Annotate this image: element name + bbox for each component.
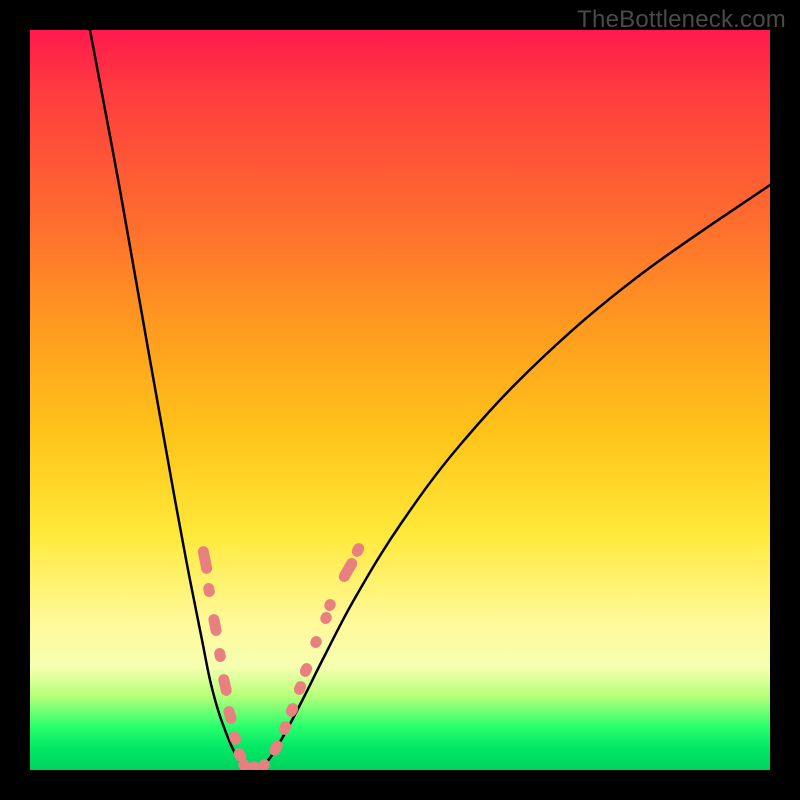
marker-point xyxy=(217,673,233,697)
marker-point xyxy=(267,738,285,757)
marker-point xyxy=(222,705,238,725)
marker-point xyxy=(197,545,213,575)
plot-area xyxy=(30,30,770,770)
marker-point xyxy=(337,556,360,584)
marker-point xyxy=(318,610,334,626)
marker-point xyxy=(308,634,323,650)
marker-point xyxy=(298,661,314,678)
marker-point xyxy=(350,541,367,559)
series-right-curve xyxy=(266,185,770,763)
marker-point xyxy=(322,597,338,613)
marker-point xyxy=(202,582,215,598)
marker-point xyxy=(213,647,227,663)
marker-point xyxy=(248,762,260,771)
chart-frame: TheBottleneck.com xyxy=(0,0,800,800)
chart-svg xyxy=(30,30,770,770)
marker-point xyxy=(207,613,222,637)
curve-layer xyxy=(90,30,770,767)
marker-layer xyxy=(197,541,366,770)
marker-point xyxy=(284,701,300,719)
